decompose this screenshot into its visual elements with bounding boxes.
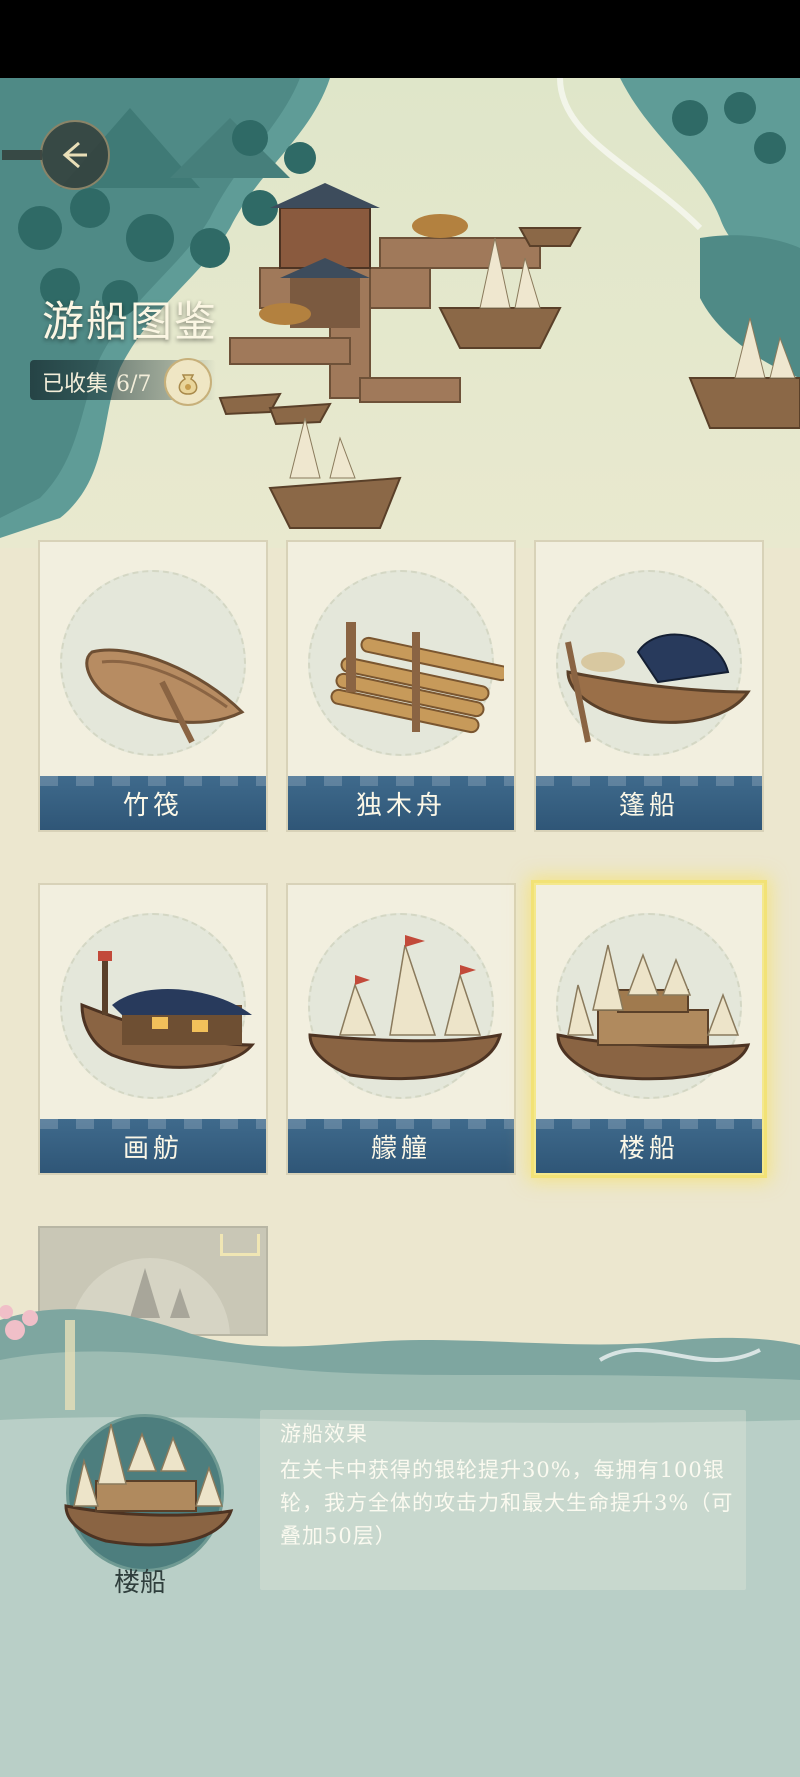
back-arrow-icon <box>62 141 87 169</box>
tower-ship-icon <box>556 944 751 1081</box>
boat-name: 篷船 <box>618 790 679 821</box>
status-bar <box>0 0 800 78</box>
collected-label: 已收集 <box>42 372 109 397</box>
boat-name: 楼船 <box>618 1133 679 1164</box>
effect-description: 在关卡中获得的银轮提升30%，每拥有100银轮，我方全体的攻击力和最大生命提升3… <box>280 1458 734 1548</box>
boat-name: 独木舟 <box>355 790 446 821</box>
warship-icon <box>308 935 503 1081</box>
boat-name: 竹筏 <box>122 790 183 821</box>
boat-card-5[interactable]: 艨艟 <box>286 883 516 1175</box>
boat-card-3[interactable]: 篷船 <box>534 540 764 832</box>
boat-card-2[interactable]: 独木舟 <box>286 540 516 832</box>
effect-title: 游船效果 <box>280 1422 368 1446</box>
coin-bag-button[interactable] <box>164 358 212 406</box>
rowboat-icon <box>85 648 245 744</box>
collection-progress: 已收集 6/7 <box>42 366 151 398</box>
raft-icon <box>330 622 504 734</box>
boat-card-4[interactable]: 画舫 <box>38 883 268 1175</box>
back-button[interactable] <box>2 120 110 190</box>
page-title: 游船图鉴 <box>42 297 219 346</box>
canopy-boat-icon <box>565 633 751 743</box>
boat-label-band: 篷船 <box>536 776 762 830</box>
boat-label-band: 艨艟 <box>288 1119 514 1173</box>
coin-bag-icon <box>178 374 198 395</box>
selected-boat-name: 楼船 <box>113 1568 166 1598</box>
boat-label-band: 竹筏 <box>40 776 266 830</box>
boat-name: 画舫 <box>122 1133 183 1164</box>
boat-label-band: 画舫 <box>40 1119 266 1173</box>
boat-label-band: 楼船 <box>536 1119 762 1173</box>
tower-ship-icon <box>64 1423 234 1547</box>
boat-card-1[interactable]: 竹筏 <box>38 540 268 832</box>
boat-name: 艨艟 <box>370 1133 431 1164</box>
boat-card-6[interactable]: 楼船 <box>534 883 764 1175</box>
painted-barge-icon <box>80 951 256 1069</box>
boat-label-band: 独木舟 <box>288 776 514 830</box>
collected-count: 6/7 <box>116 372 152 397</box>
